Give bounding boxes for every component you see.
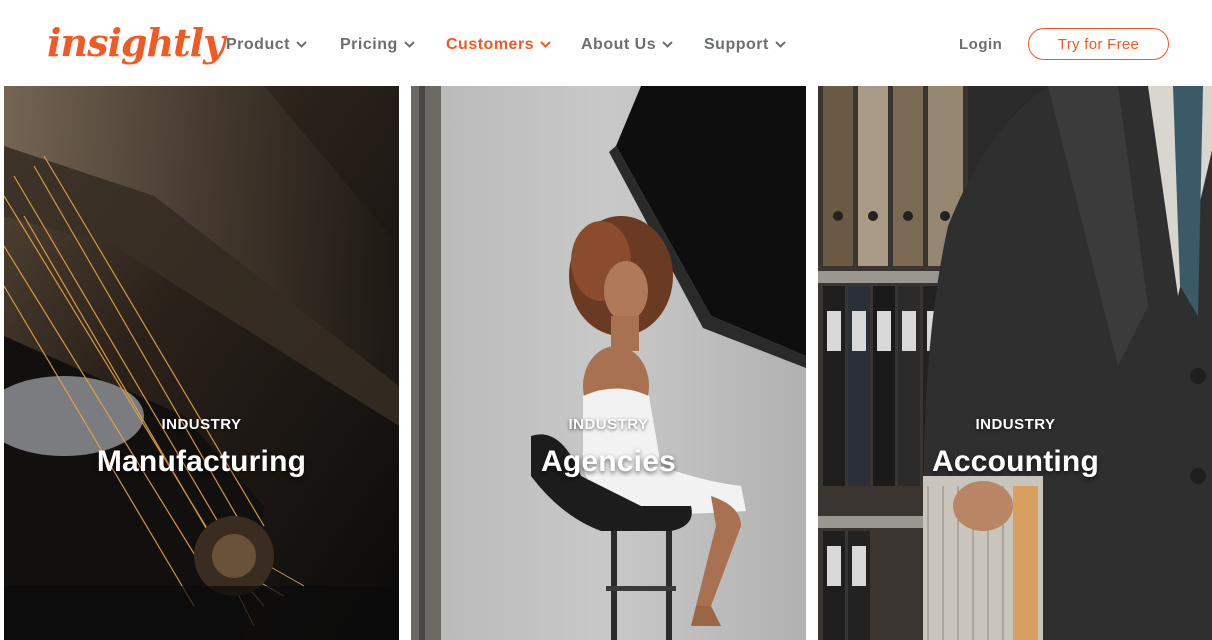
chevron-down-icon xyxy=(540,41,551,48)
nav-item-label: Pricing xyxy=(340,36,398,53)
site-header: insightly Product Pricing Customers Abou… xyxy=(0,0,1212,86)
chevron-down-icon xyxy=(296,41,307,48)
card-caption: INDUSTRY Agencies xyxy=(411,416,806,479)
login-link[interactable]: Login xyxy=(959,36,1002,53)
industry-card-agencies[interactable]: INDUSTRY Agencies xyxy=(411,86,806,640)
nav-item-support[interactable]: Support xyxy=(704,36,786,54)
woman-on-stool-image xyxy=(411,86,806,640)
try-for-free-button[interactable]: Try for Free xyxy=(1028,28,1169,60)
card-eyebrow: INDUSTRY xyxy=(975,416,1056,433)
card-title: Accounting xyxy=(932,445,1099,478)
industry-card-manufacturing[interactable]: INDUSTRY Manufacturing xyxy=(4,86,399,640)
angle-grinder-sparks-image xyxy=(4,86,399,640)
nav-item-label: Product xyxy=(226,36,290,53)
insightly-logo[interactable]: insightly xyxy=(47,20,225,66)
card-caption: INDUSTRY Accounting xyxy=(818,416,1212,479)
nav-item-product[interactable]: Product xyxy=(226,36,307,54)
nav-item-pricing[interactable]: Pricing xyxy=(340,36,415,54)
nav-item-customers[interactable]: Customers xyxy=(446,36,551,54)
card-title: Agencies xyxy=(541,445,676,478)
chevron-down-icon xyxy=(404,41,415,48)
man-in-suit-with-files-image xyxy=(818,86,1212,640)
card-caption: INDUSTRY Manufacturing xyxy=(4,416,399,479)
nav-item-label: Support xyxy=(704,36,769,53)
card-title: Manufacturing xyxy=(96,445,307,478)
chevron-down-icon xyxy=(775,41,786,48)
industry-card-accounting[interactable]: INDUSTRY Accounting xyxy=(818,86,1212,640)
card-eyebrow: INDUSTRY xyxy=(161,416,242,433)
nav-item-label: About Us xyxy=(581,36,657,53)
nav-item-label: Customers xyxy=(446,36,535,53)
nav-item-about-us[interactable]: About Us xyxy=(581,36,673,54)
chevron-down-icon xyxy=(662,41,673,48)
card-eyebrow: INDUSTRY xyxy=(568,416,649,433)
